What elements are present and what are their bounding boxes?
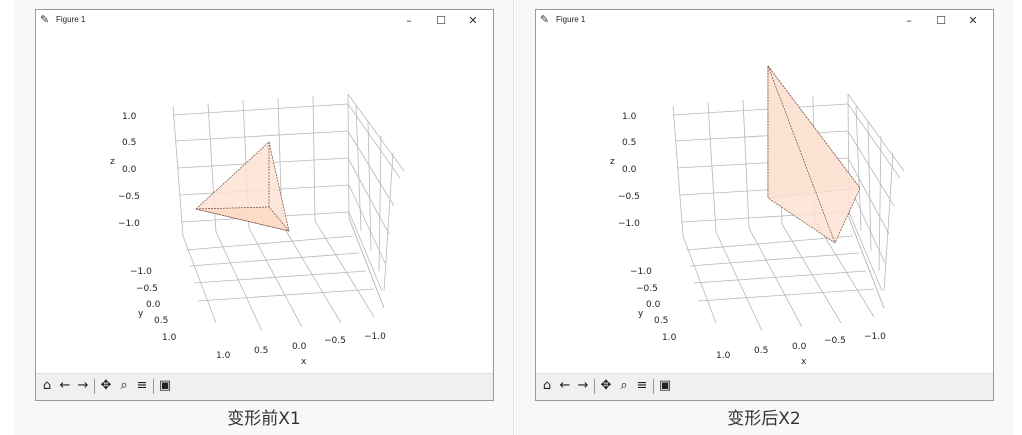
z-tick: 0.0 [122, 165, 137, 175]
close-button[interactable]: ✕ [959, 11, 987, 30]
z-tick: 1.0 [122, 112, 137, 122]
home-icon[interactable]: ⌂ [539, 378, 555, 394]
x-tick: 0.5 [254, 346, 268, 356]
x-tick: 1.0 [216, 351, 231, 361]
column-divider [513, 0, 514, 435]
toolbar-separator [153, 379, 154, 394]
plot-window: ✎ Figure 1 – ☐ ✕ 1.0 0.5 0.0 −0.5 −1.0 z… [535, 9, 994, 401]
zoom-icon[interactable]: ⌕ [616, 378, 632, 394]
y-tick: 1.0 [662, 333, 677, 343]
save-icon[interactable]: ▣ [657, 378, 673, 394]
home-icon[interactable]: ⌂ [39, 378, 55, 394]
title-bar: ✎ Figure 1 – ☐ ✕ [536, 10, 993, 31]
y-axis-label: y [138, 309, 144, 319]
toolbar-separator [594, 379, 595, 394]
y-tick: 1.0 [162, 333, 177, 343]
maximize-button[interactable]: ☐ [927, 11, 955, 30]
forward-icon[interactable]: → [575, 378, 591, 394]
minimize-button[interactable]: – [895, 11, 923, 30]
nav-toolbar: ⌂ ← → ✥ ⌕ ≡ ▣ [36, 373, 493, 400]
z-tick: −1.0 [118, 219, 140, 229]
grid [172, 93, 405, 332]
z-tick: 0.5 [622, 138, 636, 148]
y-tick: −0.5 [136, 284, 158, 294]
x-tick: 0.5 [754, 346, 768, 356]
plot-canvas[interactable]: 1.0 0.5 0.0 −0.5 −1.0 z −1.0 −0.5 0.0 0.… [536, 31, 993, 374]
z-tick: 1.0 [622, 112, 637, 122]
plot-window: ✎ Figure 1 – ☐ ✕ 1.0 0.5 0.0 −0.5 −1.0 z… [35, 9, 494, 401]
forward-icon[interactable]: → [75, 378, 91, 394]
figure-panel-right: ✎ Figure 1 – ☐ ✕ 1.0 0.5 0.0 −0.5 −1.0 z… [515, 0, 1013, 435]
configure-icon[interactable]: ≡ [634, 378, 650, 394]
z-tick: −0.5 [618, 192, 640, 202]
x-tick: −0.5 [824, 336, 846, 346]
z-axis-label: z [110, 157, 115, 167]
nav-toolbar: ⌂ ← → ✥ ⌕ ≡ ▣ [536, 373, 993, 400]
x-axis-label: x [801, 357, 807, 367]
figure-panel-left: ✎ Figure 1 – ☐ ✕ 1.0 0.5 0.0 −0.5 −1.0 z… [15, 0, 513, 435]
matplotlib-icon: ✎ [540, 13, 550, 26]
matplotlib-icon: ✎ [40, 13, 50, 26]
y-tick: 0.5 [154, 316, 168, 326]
y-tick: 0.5 [654, 316, 668, 326]
y-tick: 0.0 [146, 300, 161, 310]
triangle-surface [195, 141, 290, 232]
x-tick: −1.0 [864, 332, 886, 342]
maximize-button[interactable]: ☐ [427, 11, 455, 30]
title-bar: ✎ Figure 1 – ☐ ✕ [36, 10, 493, 31]
x-tick: −1.0 [364, 332, 386, 342]
window-title: Figure 1 [556, 15, 586, 24]
x-tick: 0.0 [792, 342, 807, 352]
figure-caption: 变形后X2 [727, 409, 801, 429]
pan-icon[interactable]: ✥ [598, 378, 614, 394]
close-button[interactable]: ✕ [459, 11, 487, 30]
x-tick: −0.5 [324, 336, 346, 346]
z-axis-label: z [610, 157, 615, 167]
y-tick: 0.0 [646, 300, 661, 310]
window-title: Figure 1 [56, 15, 86, 24]
toolbar-separator [653, 379, 654, 394]
x-tick: 1.0 [716, 351, 731, 361]
z-tick: −1.0 [618, 219, 640, 229]
figure-caption: 变形前X1 [227, 409, 301, 429]
axis-labels: 1.0 0.5 0.0 −0.5 −1.0 z −1.0 −0.5 0.0 0.… [110, 112, 386, 367]
save-icon[interactable]: ▣ [157, 378, 173, 394]
zoom-icon[interactable]: ⌕ [116, 378, 132, 394]
z-tick: 0.0 [622, 165, 637, 175]
toolbar-separator [94, 379, 95, 394]
y-tick: −1.0 [130, 267, 152, 277]
y-axis-label: y [638, 309, 644, 319]
plot-canvas[interactable]: 1.0 0.5 0.0 −0.5 −1.0 z −1.0 −0.5 0.0 0.… [36, 31, 493, 374]
x-axis-label: x [301, 357, 307, 367]
minimize-button[interactable]: – [395, 11, 423, 30]
back-icon[interactable]: ← [557, 378, 573, 394]
back-icon[interactable]: ← [57, 378, 73, 394]
x-tick: 0.0 [292, 342, 307, 352]
y-tick: −1.0 [630, 267, 652, 277]
z-tick: −0.5 [118, 192, 140, 202]
y-tick: −0.5 [636, 284, 658, 294]
pan-icon[interactable]: ✥ [98, 378, 114, 394]
configure-icon[interactable]: ≡ [134, 378, 150, 394]
z-tick: 0.5 [122, 138, 136, 148]
axis-labels: 1.0 0.5 0.0 −0.5 −1.0 z −1.0 −0.5 0.0 0.… [610, 112, 886, 367]
